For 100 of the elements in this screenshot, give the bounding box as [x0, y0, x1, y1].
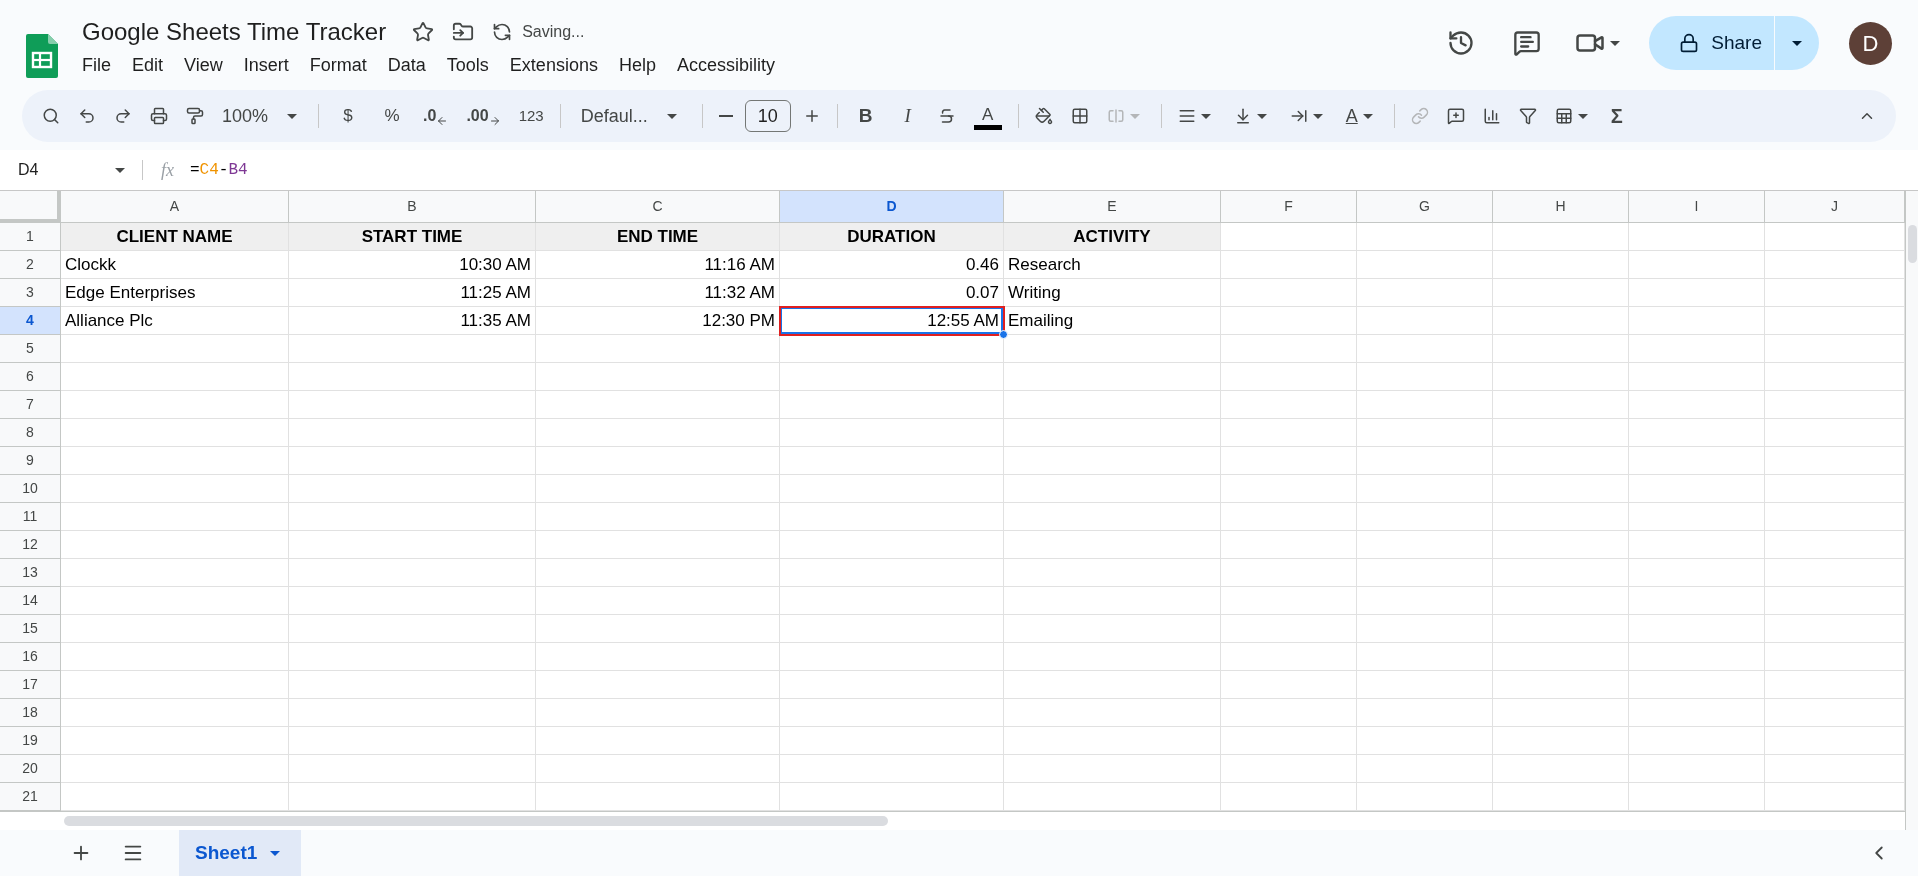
row-header[interactable]: 18 — [0, 699, 61, 727]
row-header[interactable]: 21 — [0, 783, 61, 811]
column-header[interactable]: B — [289, 191, 536, 223]
table-cell[interactable] — [536, 363, 780, 391]
table-cell[interactable] — [1357, 699, 1493, 727]
table-cell[interactable] — [1004, 363, 1221, 391]
table-cell[interactable]: 11:32 AM — [536, 279, 780, 307]
menu-item[interactable]: Tools — [446, 52, 489, 79]
functions-button[interactable]: Σ — [1604, 100, 1629, 132]
table-cell[interactable] — [289, 615, 536, 643]
table-cell[interactable] — [1357, 727, 1493, 755]
table-cell[interactable] — [61, 615, 289, 643]
table-cell[interactable] — [289, 587, 536, 615]
column-header[interactable]: G — [1357, 191, 1493, 223]
table-cell[interactable] — [1629, 783, 1765, 811]
table-cell[interactable] — [1221, 643, 1357, 671]
formula-field[interactable]: =C4-B4 — [190, 150, 248, 190]
table-cell[interactable] — [1221, 587, 1357, 615]
table-cell[interactable] — [780, 531, 1004, 559]
table-cell[interactable]: Research — [1004, 251, 1221, 279]
table-cell[interactable] — [1221, 559, 1357, 587]
more-formats-button[interactable]: 123 — [512, 100, 550, 132]
table-cell[interactable] — [1493, 307, 1629, 335]
bold-button[interactable]: B — [847, 100, 884, 132]
table-cell[interactable] — [1221, 447, 1357, 475]
row-header[interactable]: 5 — [0, 335, 61, 363]
table-cell[interactable] — [61, 475, 289, 503]
table-cell[interactable] — [1629, 335, 1765, 363]
table-cell[interactable] — [289, 559, 536, 587]
increase-decimals-button[interactable]: .00 — [460, 100, 507, 132]
table-cell[interactable] — [1493, 615, 1629, 643]
column-header[interactable]: F — [1221, 191, 1357, 223]
table-cell[interactable] — [1629, 391, 1765, 419]
table-cell[interactable]: Writing — [1004, 279, 1221, 307]
table-cell[interactable] — [1004, 391, 1221, 419]
table-cell[interactable]: 11:35 AM — [289, 307, 536, 335]
table-cell[interactable] — [1221, 391, 1357, 419]
table-cell[interactable] — [1004, 615, 1221, 643]
row-header[interactable]: 19 — [0, 727, 61, 755]
row-header[interactable]: 17 — [0, 671, 61, 699]
table-cell[interactable] — [1629, 307, 1765, 335]
table-cell[interactable] — [1493, 223, 1629, 251]
table-cell[interactable] — [289, 783, 536, 811]
column-header[interactable]: E — [1004, 191, 1221, 223]
table-cell[interactable] — [780, 615, 1004, 643]
menu-item[interactable]: View — [184, 52, 223, 79]
table-cell[interactable] — [1493, 671, 1629, 699]
table-cell[interactable]: Emailing — [1004, 307, 1221, 335]
table-cell[interactable] — [1004, 475, 1221, 503]
table-cell[interactable] — [1629, 503, 1765, 531]
table-cell[interactable] — [1357, 671, 1493, 699]
table-cell[interactable] — [536, 727, 780, 755]
sheet-tab[interactable]: Sheet1 — [179, 830, 302, 876]
table-cell[interactable] — [780, 671, 1004, 699]
table-cell[interactable]: Alliance Plc — [61, 307, 289, 335]
table-cell[interactable] — [536, 755, 780, 783]
table-cell[interactable] — [1004, 587, 1221, 615]
table-cell[interactable] — [61, 531, 289, 559]
table-cell[interactable] — [1221, 699, 1357, 727]
table-cell[interactable]: 12:30 PM — [536, 307, 780, 335]
menu-item[interactable]: Format — [309, 52, 367, 79]
column-header[interactable]: J — [1765, 191, 1905, 223]
table-cell[interactable] — [1629, 223, 1765, 251]
table-cell[interactable] — [1357, 391, 1493, 419]
table-cell[interactable] — [1004, 503, 1221, 531]
table-cell[interactable] — [1357, 587, 1493, 615]
text-color-button[interactable]: A — [967, 98, 1008, 134]
table-cell[interactable] — [61, 699, 289, 727]
table-cell[interactable] — [1004, 531, 1221, 559]
table-cell[interactable] — [536, 643, 780, 671]
table-cell[interactable]: 12:55 AM — [780, 307, 1004, 335]
table-cell[interactable] — [780, 391, 1004, 419]
table-cell[interactable] — [289, 531, 536, 559]
table-cell[interactable] — [289, 727, 536, 755]
table-cell[interactable] — [1221, 251, 1357, 279]
horizontal-scrollbar-thumb[interactable] — [64, 815, 888, 826]
table-cell[interactable] — [1357, 475, 1493, 503]
table-cell[interactable] — [536, 783, 780, 811]
table-cell[interactable] — [780, 475, 1004, 503]
table-cell[interactable] — [61, 447, 289, 475]
italic-button[interactable]: I — [889, 100, 926, 132]
table-cell[interactable] — [289, 419, 536, 447]
table-cell[interactable] — [1629, 755, 1765, 783]
table-cell[interactable] — [1629, 699, 1765, 727]
table-cell[interactable] — [1493, 251, 1629, 279]
star-icon[interactable] — [412, 21, 435, 43]
row-header[interactable]: 6 — [0, 363, 61, 391]
menu-item[interactable]: Accessibility — [676, 52, 775, 79]
table-cell[interactable] — [1357, 223, 1493, 251]
table-cell[interactable] — [1221, 783, 1357, 811]
table-cell[interactable] — [1493, 475, 1629, 503]
table-cell[interactable] — [1004, 419, 1221, 447]
table-cell[interactable]: START TIME — [289, 223, 536, 251]
table-cell[interactable] — [1221, 475, 1357, 503]
menu-item[interactable]: Data — [387, 52, 426, 79]
table-cell[interactable] — [1493, 755, 1629, 783]
table-cell[interactable] — [1357, 335, 1493, 363]
table-cell[interactable] — [1221, 503, 1357, 531]
table-cell[interactable] — [536, 419, 780, 447]
menu-item[interactable]: File — [82, 52, 111, 79]
